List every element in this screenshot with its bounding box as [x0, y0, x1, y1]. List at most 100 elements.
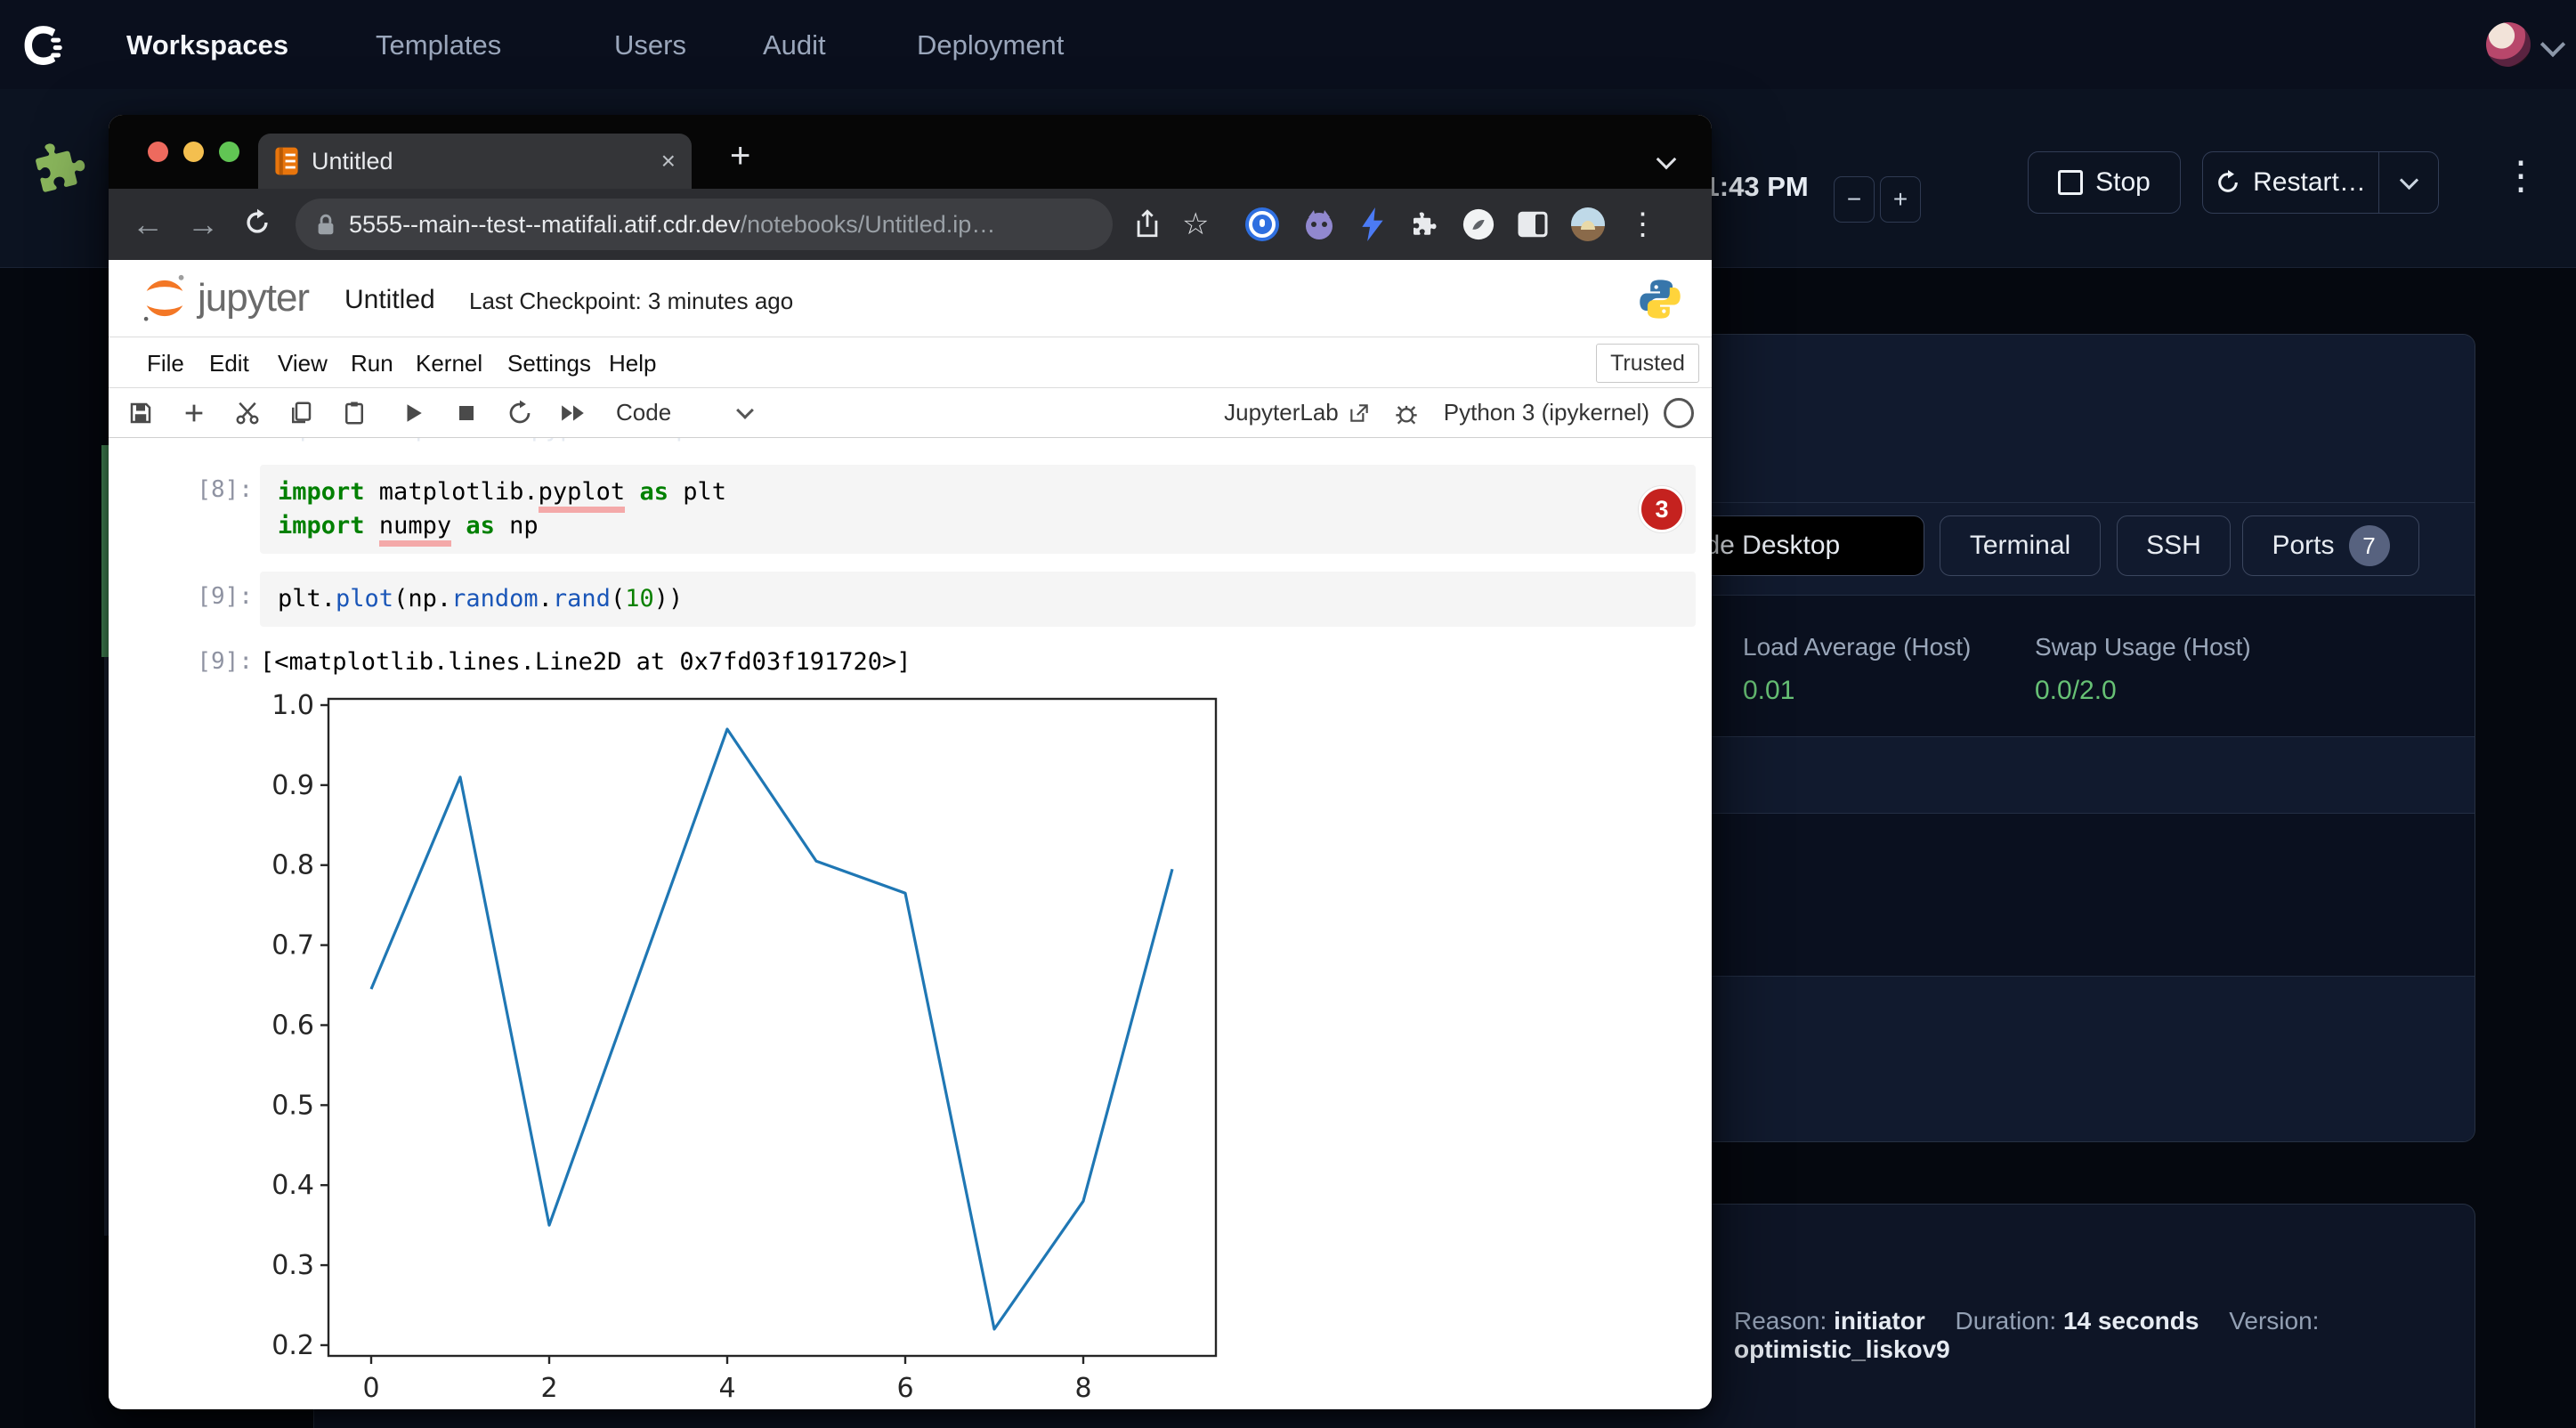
browser-window: Untitled × + ← → 5555--main--test--matif…	[109, 115, 1712, 1409]
interrupt-kernel-button[interactable]	[450, 397, 482, 429]
metric-load-average: Load Average (Host) 0.01	[1743, 633, 1971, 706]
puzzle-icon	[27, 134, 93, 199]
browser-tab-strip: Untitled × +	[109, 115, 1712, 189]
debugger-bug-icon[interactable]	[1394, 401, 1419, 426]
code-cell-8[interactable]: [8]: import matplotlib.pyplot as pltimpo…	[109, 465, 1696, 554]
nav-item-workspaces[interactable]: Workspaces	[126, 29, 288, 61]
build-version-value: optimistic_liskov9	[1734, 1335, 1950, 1363]
svg-text:0.8: 0.8	[271, 850, 314, 881]
privacy-extension-icon[interactable]	[1462, 207, 1495, 241]
output-prompt: [9]:	[109, 648, 253, 676]
user-menu-chevron-icon[interactable]	[2544, 36, 2562, 53]
reload-button[interactable]	[242, 207, 272, 242]
jupyter-logo	[139, 272, 190, 324]
nav-item-audit[interactable]: Audit	[763, 29, 826, 61]
nav-item-deployment[interactable]: Deployment	[917, 29, 1064, 61]
cell-editor[interactable]: plt.plot(np.random.rand(10))	[260, 572, 1696, 627]
build-version-label: Version:	[2229, 1307, 2319, 1335]
svg-text:0: 0	[362, 1373, 379, 1404]
menu-edit[interactable]: Edit	[209, 350, 249, 377]
svg-text:2: 2	[540, 1373, 557, 1404]
open-jupyterlab-link[interactable]: JupyterLab	[1224, 399, 1339, 426]
window-close-button[interactable]	[148, 142, 168, 162]
restart-kernel-button[interactable]	[504, 397, 536, 429]
clipped-cell-above[interactable]: import matplotlib.pyplot as plt	[109, 438, 1712, 452]
metric-label: Swap Usage (Host)	[2035, 633, 2251, 661]
stop-icon	[2058, 170, 2083, 195]
checkpoint-status: Last Checkpoint: 3 minutes ago	[469, 288, 793, 315]
cell-type-select[interactable]: Code	[616, 399, 671, 426]
cell-editor[interactable]: import matplotlib.pyplot as pltimport nu…	[260, 465, 1696, 554]
bookmark-star-icon[interactable]: ☆	[1182, 207, 1209, 242]
ports-count-badge: 7	[2349, 525, 2390, 566]
browser-menu-kebab-icon[interactable]: ⋮	[1627, 207, 1657, 242]
browser-profile-avatar[interactable]	[1570, 207, 1606, 242]
share-icon[interactable]	[1134, 209, 1161, 239]
side-panel-icon[interactable]	[1517, 210, 1549, 239]
cell-code[interactable]: plt.plot(np.random.rand(10))	[278, 582, 1678, 616]
lightning-extension-icon[interactable]	[1358, 207, 1387, 241]
restart-workspace-button[interactable]: Restart…	[2202, 151, 2378, 214]
menu-file[interactable]: File	[147, 350, 184, 377]
zoom-in-button[interactable]: +	[1880, 176, 1921, 223]
code-cell-9[interactable]: [9]: plt.plot(np.random.rand(10))	[109, 572, 1696, 627]
svg-text:0.3: 0.3	[271, 1250, 314, 1281]
svg-text:1.0: 1.0	[271, 690, 314, 721]
cut-cell-button[interactable]	[231, 397, 263, 429]
lock-icon	[315, 212, 336, 237]
copy-cell-button[interactable]	[285, 397, 317, 429]
menu-view[interactable]: View	[278, 350, 328, 377]
cell-type-chevron-icon[interactable]	[739, 404, 751, 421]
new-tab-button[interactable]: +	[730, 136, 750, 176]
password-manager-extension-icon[interactable]	[1244, 207, 1280, 242]
notification-count-badge[interactable]: 3	[1639, 486, 1685, 532]
coder-logo-icon[interactable]	[18, 21, 66, 69]
back-button[interactable]: ←	[132, 206, 164, 243]
save-button[interactable]	[125, 397, 157, 429]
browser-toolbar: ← → 5555--main--test--matifali.atif.cdr.…	[109, 189, 1712, 260]
add-cell-button[interactable]	[178, 397, 210, 429]
build-reason-value: initiator	[1834, 1307, 1925, 1335]
svg-text:0.5: 0.5	[271, 1090, 314, 1121]
notebook-body: import matplotlib.pyplot as plt [8]: imp…	[109, 438, 1712, 1409]
forward-button[interactable]: →	[187, 206, 219, 243]
svg-text:4: 4	[718, 1373, 735, 1404]
matplotlib-line-plot: 0.20.30.40.50.60.70.80.91.002468	[269, 685, 1230, 1409]
restart-options-button[interactable]	[2378, 151, 2439, 214]
cell-prompt: [8]:	[109, 465, 253, 554]
build-duration-label: Duration:	[1956, 1307, 2057, 1335]
menu-run[interactable]: Run	[351, 350, 393, 377]
workspace-more-menu[interactable]: ⋮	[2501, 153, 2540, 199]
cell-code[interactable]: import matplotlib.pyplot as pltimport nu…	[278, 475, 1678, 543]
svg-text:0.7: 0.7	[271, 930, 314, 961]
notebook-title[interactable]: Untitled	[344, 285, 435, 315]
zoom-out-button[interactable]: −	[1834, 176, 1875, 223]
menu-help[interactable]: Help	[609, 350, 656, 377]
menu-settings[interactable]: Settings	[507, 350, 591, 377]
restart-run-all-button[interactable]	[557, 397, 589, 429]
nav-item-users[interactable]: Users	[614, 29, 686, 61]
restart-label: Restart…	[2253, 167, 2366, 198]
nav-item-templates[interactable]: Templates	[376, 29, 501, 61]
metric-label: Load Average (Host)	[1743, 633, 1971, 661]
app-label: SSH	[2146, 531, 2201, 561]
app-button-terminal[interactable]: Terminal	[1940, 515, 2101, 576]
paste-cell-button[interactable]	[338, 397, 370, 429]
address-bar[interactable]: 5555--main--test--matifali.atif.cdr.dev/…	[296, 199, 1113, 250]
browser-tab[interactable]: Untitled ×	[258, 134, 692, 189]
kernel-name[interactable]: Python 3 (ipykernel)	[1444, 399, 1649, 426]
window-maximize-button[interactable]	[219, 142, 239, 162]
app-button-ports[interactable]: Ports 7	[2242, 515, 2419, 576]
tab-search-chevron-icon[interactable]	[1659, 152, 1673, 166]
menu-kernel[interactable]: Kernel	[416, 350, 482, 377]
trusted-button[interactable]: Trusted	[1596, 344, 1699, 383]
user-avatar[interactable]	[2486, 22, 2531, 67]
window-minimize-button[interactable]	[183, 142, 204, 162]
github-extension-icon[interactable]	[1301, 207, 1337, 242]
jupyter-brand-text: jupyter	[198, 276, 309, 320]
app-button-ssh[interactable]: SSH	[2117, 515, 2231, 576]
run-cell-button[interactable]	[397, 397, 429, 429]
tab-close-icon[interactable]: ×	[661, 147, 676, 175]
stop-workspace-button[interactable]: Stop	[2028, 151, 2181, 214]
extensions-puzzle-icon[interactable]	[1408, 208, 1440, 240]
